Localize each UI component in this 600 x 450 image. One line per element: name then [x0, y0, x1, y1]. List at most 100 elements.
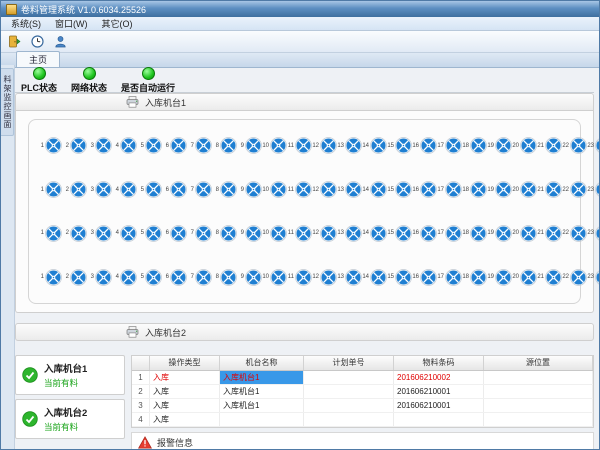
reel-slot[interactable]: 20 [512, 225, 537, 242]
column-header[interactable]: 物料条码 [394, 356, 484, 370]
reel-slot[interactable]: 15 [387, 269, 412, 286]
cell-barcode[interactable] [394, 413, 484, 426]
reel-slot[interactable]: 14 [362, 181, 387, 198]
reel-slot[interactable]: 23 [587, 137, 600, 154]
reel-slot[interactable]: 7 [187, 225, 212, 242]
reel-slot[interactable]: 16 [412, 225, 437, 242]
reel-slot[interactable]: 3 [87, 137, 112, 154]
reel-slot[interactable]: 6 [162, 225, 187, 242]
cell-barcode[interactable]: 201606210002 [394, 371, 484, 384]
reel-slot[interactable]: 22 [562, 269, 587, 286]
cell-source[interactable] [484, 413, 593, 426]
reel-slot[interactable]: 2 [62, 225, 87, 242]
reel-slot[interactable]: 16 [412, 269, 437, 286]
exit-button[interactable] [4, 33, 24, 51]
cell-type[interactable]: 入库 [150, 385, 220, 398]
reel-slot[interactable]: 6 [162, 137, 187, 154]
cell-source[interactable] [484, 385, 593, 398]
reel-slot[interactable]: 10 [262, 137, 287, 154]
column-header[interactable]: 机台名称 [220, 356, 304, 370]
reel-slot[interactable]: 22 [562, 181, 587, 198]
cell-plan[interactable] [304, 385, 394, 398]
reel-slot[interactable]: 12 [312, 181, 337, 198]
reel-slot[interactable]: 18 [462, 269, 487, 286]
user-button[interactable] [50, 33, 70, 51]
cell-barcode[interactable]: 201606210001 [394, 399, 484, 412]
reel-slot[interactable]: 17 [437, 137, 462, 154]
reel-slot[interactable]: 11 [287, 181, 312, 198]
reel-slot[interactable]: 11 [287, 137, 312, 154]
reel-slot[interactable]: 7 [187, 181, 212, 198]
cell-barcode[interactable]: 201606210001 [394, 385, 484, 398]
reel-slot[interactable]: 17 [437, 181, 462, 198]
reel-slot[interactable]: 19 [487, 181, 512, 198]
reel-slot[interactable]: 22 [562, 137, 587, 154]
reel-slot[interactable]: 21 [537, 137, 562, 154]
reel-slot[interactable]: 1 [37, 181, 62, 198]
reel-slot[interactable]: 14 [362, 269, 387, 286]
menu-item[interactable]: 窗口(W) [48, 17, 95, 30]
reel-slot[interactable]: 8 [212, 181, 237, 198]
reel-slot[interactable]: 9 [237, 137, 262, 154]
reel-slot[interactable]: 8 [212, 225, 237, 242]
reel-slot[interactable]: 7 [187, 269, 212, 286]
reel-slot[interactable]: 12 [312, 137, 337, 154]
reel-slot[interactable]: 2 [62, 269, 87, 286]
reel-slot[interactable]: 5 [137, 269, 162, 286]
reel-slot[interactable]: 20 [512, 181, 537, 198]
reel-slot[interactable]: 19 [487, 269, 512, 286]
reel-slot[interactable]: 11 [287, 269, 312, 286]
reel-slot[interactable]: 17 [437, 269, 462, 286]
reel-slot[interactable]: 13 [337, 269, 362, 286]
reel-slot[interactable]: 18 [462, 137, 487, 154]
reel-slot[interactable]: 12 [312, 269, 337, 286]
column-header[interactable]: 源位置 [484, 356, 593, 370]
reel-slot[interactable]: 22 [562, 225, 587, 242]
reel-slot[interactable]: 21 [537, 269, 562, 286]
reel-slot[interactable]: 16 [412, 181, 437, 198]
reel-slot[interactable]: 9 [237, 225, 262, 242]
reel-slot[interactable]: 9 [237, 269, 262, 286]
reel-slot[interactable]: 15 [387, 181, 412, 198]
reel-slot[interactable]: 5 [137, 181, 162, 198]
cell-type[interactable]: 入库 [150, 413, 220, 426]
reel-slot[interactable]: 16 [412, 137, 437, 154]
reel-slot[interactable]: 14 [362, 137, 387, 154]
reel-slot[interactable]: 15 [387, 225, 412, 242]
cell-machine[interactable]: 入库机台1 [220, 399, 304, 412]
column-header[interactable]: 计划单号 [304, 356, 394, 370]
cell-machine[interactable]: 入库机台1 [220, 371, 304, 384]
reel-slot[interactable]: 21 [537, 225, 562, 242]
reel-slot[interactable]: 1 [37, 137, 62, 154]
reel-slot[interactable]: 11 [287, 225, 312, 242]
clock-button[interactable] [27, 33, 47, 51]
reel-slot[interactable]: 4 [112, 225, 137, 242]
reel-slot[interactable]: 4 [112, 137, 137, 154]
table-row[interactable]: 2入库入库机台1201606210001 [132, 385, 593, 399]
reel-slot[interactable]: 18 [462, 225, 487, 242]
reel-slot[interactable]: 20 [512, 269, 537, 286]
reel-slot[interactable]: 23 [587, 269, 600, 286]
reel-slot[interactable]: 2 [62, 181, 87, 198]
cell-type[interactable]: 入库 [150, 399, 220, 412]
table-row[interactable]: 4入库 [132, 413, 593, 427]
menu-item[interactable]: 系统(S) [4, 17, 48, 30]
reel-slot[interactable]: 9 [237, 181, 262, 198]
cell-machine[interactable]: 入库机台1 [220, 385, 304, 398]
table-row[interactable]: 3入库入库机台1201606210001 [132, 399, 593, 413]
reel-slot[interactable]: 23 [587, 225, 600, 242]
cell-plan[interactable] [304, 413, 394, 426]
reel-slot[interactable]: 4 [112, 269, 137, 286]
cell-plan[interactable] [304, 371, 394, 384]
reel-slot[interactable]: 13 [337, 181, 362, 198]
table-row[interactable]: 1入库入库机台1201606210002 [132, 371, 593, 385]
reel-slot[interactable]: 5 [137, 225, 162, 242]
reel-slot[interactable]: 3 [87, 269, 112, 286]
reel-slot[interactable]: 6 [162, 269, 187, 286]
reel-slot[interactable]: 20 [512, 137, 537, 154]
reel-slot[interactable]: 15 [387, 137, 412, 154]
reel-slot[interactable]: 4 [112, 181, 137, 198]
menu-item[interactable]: 其它(O) [95, 17, 140, 30]
reel-slot[interactable]: 7 [187, 137, 212, 154]
reel-slot[interactable]: 13 [337, 225, 362, 242]
